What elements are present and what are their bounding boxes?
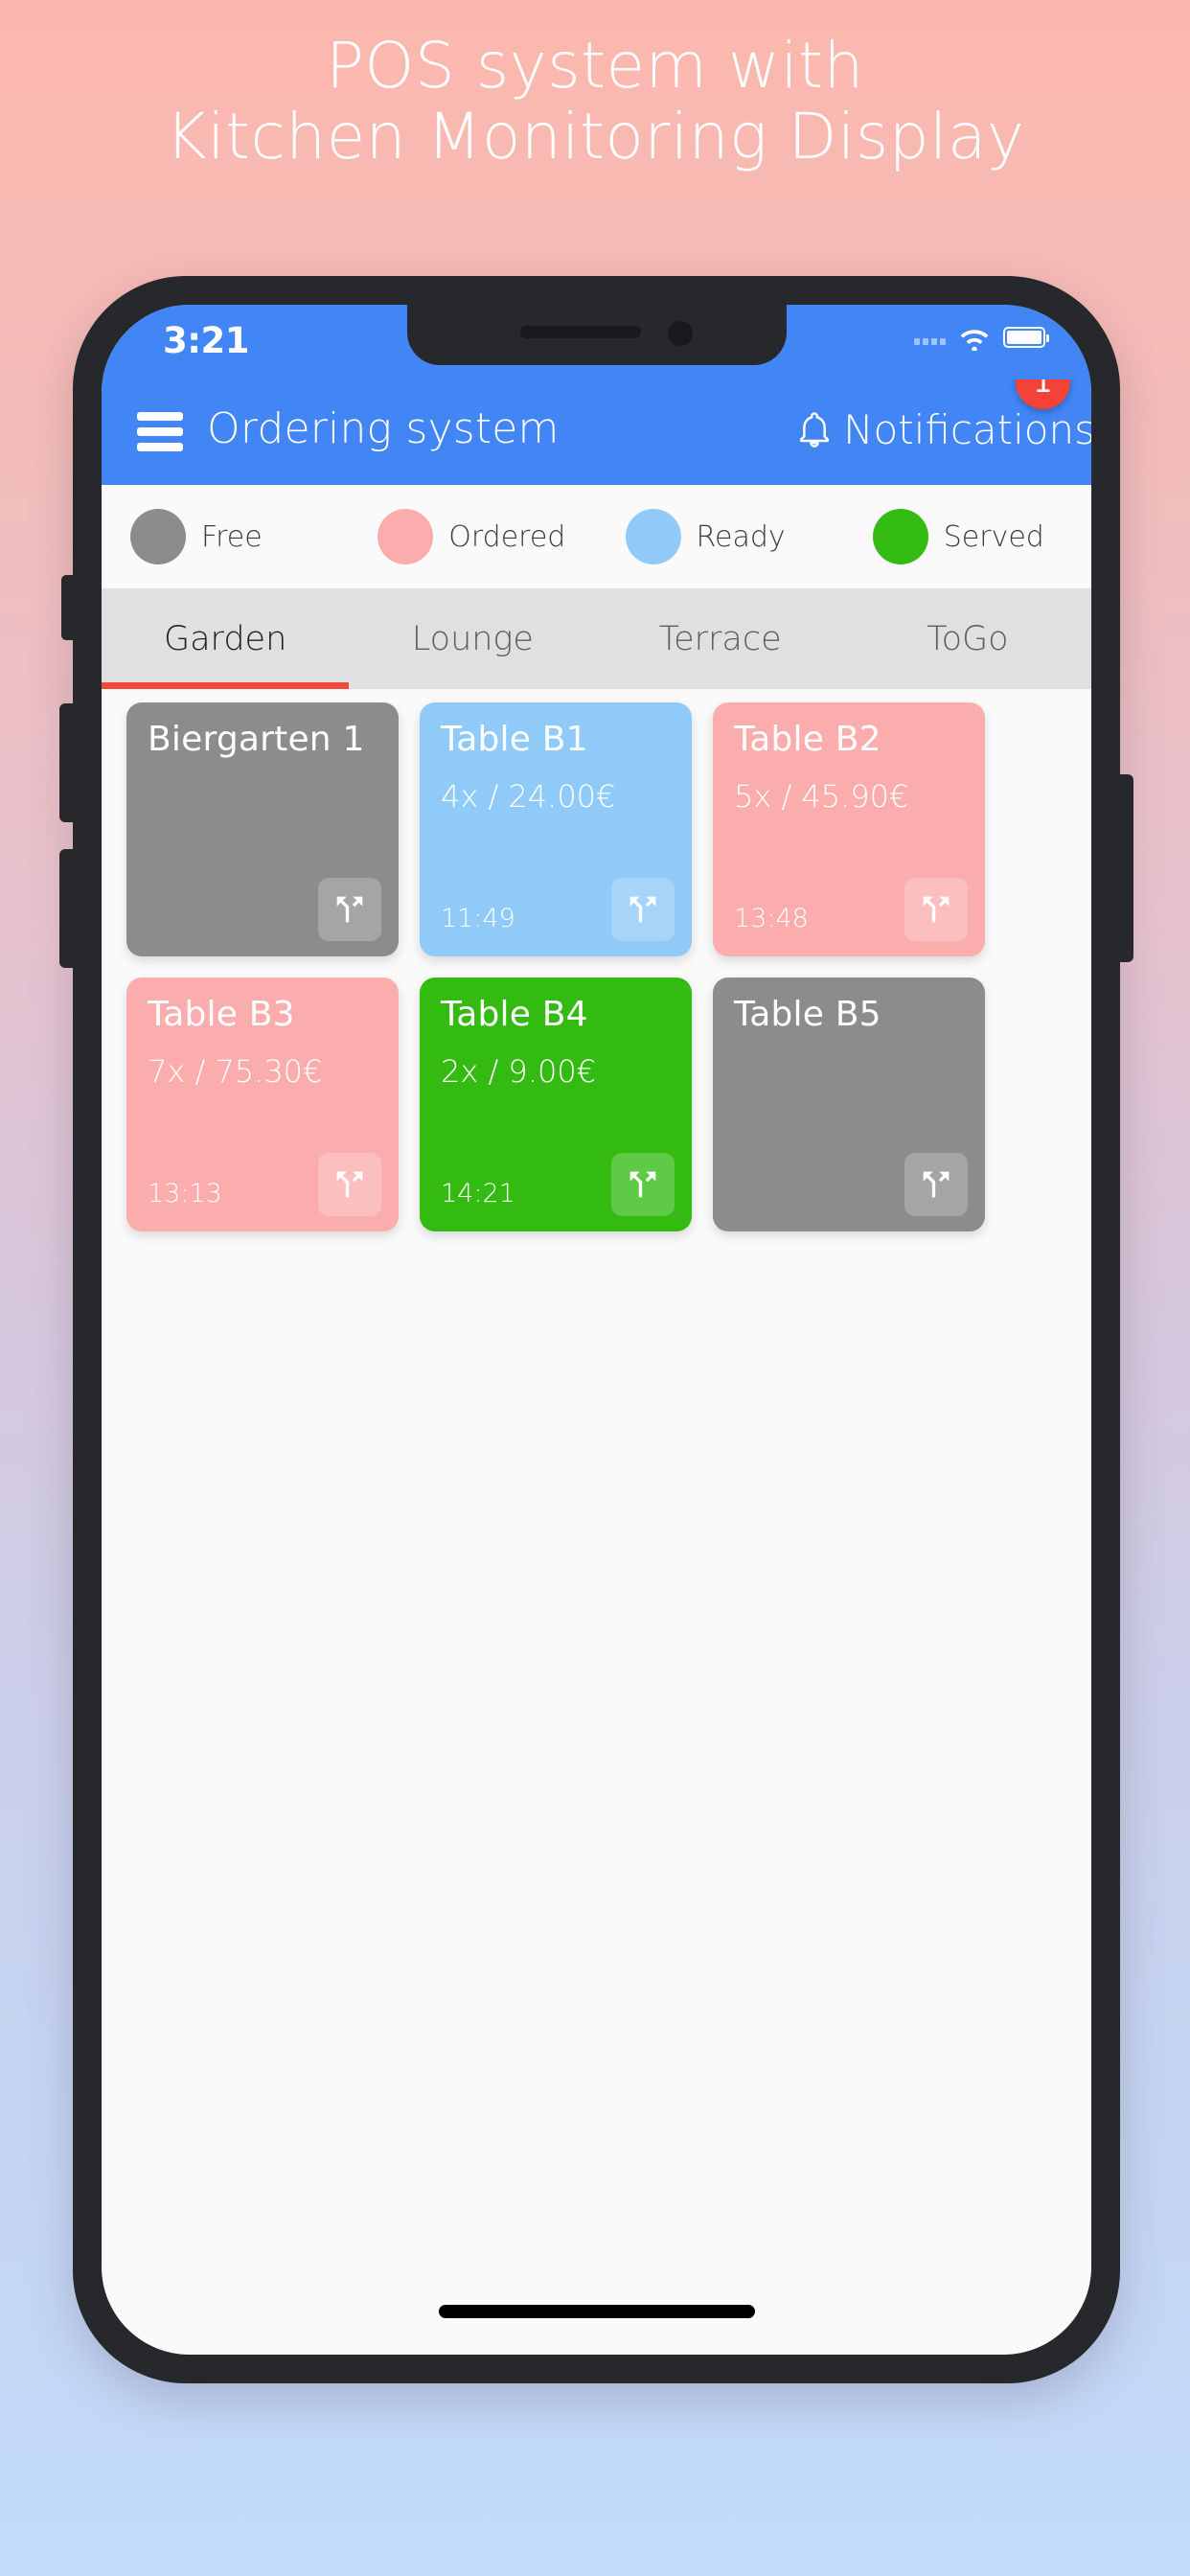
call-split-icon[interactable] — [904, 1153, 968, 1216]
notifications-label: Notifications — [843, 406, 1091, 453]
legend-item-free: Free — [102, 509, 349, 564]
legend-label-ready: Ready — [696, 519, 786, 554]
table-card-order: 7x / 75.30€ — [148, 1053, 323, 1090]
table-card-name: Table B2 — [734, 720, 881, 759]
hamburger-menu-icon[interactable] — [137, 412, 183, 451]
mute-switch-button[interactable] — [61, 575, 75, 640]
tab-lounge-label: Lounge — [411, 619, 534, 658]
phone-notch — [406, 305, 787, 365]
legend-label-free: Free — [201, 519, 263, 554]
app-bar-title: Ordering system — [207, 404, 560, 453]
table-card-time: 13:48 — [734, 904, 809, 933]
table-card-name: Table B3 — [148, 995, 295, 1034]
tab-garden[interactable]: Garden — [102, 588, 350, 689]
tab-garden-label: Garden — [163, 619, 287, 658]
power-button[interactable] — [1118, 774, 1133, 962]
table-card[interactable]: Table B5 — [713, 978, 985, 1231]
table-card-time: 11:49 — [441, 904, 515, 933]
table-card[interactable]: Table B4 2x / 9.00€ 14:21 — [420, 978, 692, 1231]
legend-item-served: Served — [844, 509, 1091, 564]
tab-togo[interactable]: ToGo — [844, 588, 1091, 689]
front-camera — [667, 321, 693, 346]
call-split-icon[interactable] — [611, 878, 675, 941]
phone-frame: 3:21 Ordering system 1 Notifications Fre… — [59, 276, 1133, 2383]
bell-icon — [800, 411, 830, 448]
status-bar-time: 3:21 — [163, 320, 250, 361]
table-card[interactable]: Table B3 7x / 75.30€ 13:13 — [126, 978, 399, 1231]
home-indicator[interactable] — [438, 2305, 755, 2318]
table-card-time: 13:13 — [148, 1179, 222, 1208]
table-card[interactable]: Table B2 5x / 45.90€ 13:48 — [713, 702, 985, 956]
volume-down-button[interactable] — [59, 849, 75, 968]
tables-grid: Biergarten 1 Table B1 4x / 24.00€ 11:49 — [126, 702, 1066, 1231]
call-split-icon[interactable] — [318, 878, 381, 941]
table-card[interactable]: Table B1 4x / 24.00€ 11:49 — [420, 702, 692, 956]
table-card-order: 4x / 24.00€ — [441, 778, 616, 815]
tab-terrace-label: Terrace — [658, 619, 782, 658]
area-tabs: Garden Lounge Terrace ToGo — [102, 588, 1091, 689]
tables-content: Biergarten 1 Table B1 4x / 24.00€ 11:49 — [102, 689, 1091, 2355]
legend-dot-ordered — [378, 509, 434, 564]
table-card[interactable]: Biergarten 1 — [126, 702, 399, 956]
notifications-button[interactable]: Notifications — [795, 406, 1091, 453]
call-split-icon[interactable] — [611, 1153, 675, 1216]
volume-up-button[interactable] — [59, 703, 75, 822]
app-bar: Ordering system 1 Notifications — [102, 355, 1091, 485]
tab-togo-label: ToGo — [927, 619, 1009, 658]
legend-dot-served — [872, 509, 928, 564]
tab-lounge[interactable]: Lounge — [349, 588, 596, 689]
tab-terrace[interactable]: Terrace — [597, 588, 844, 689]
call-split-icon[interactable] — [904, 878, 968, 941]
poster-headline-line-1: POS system with — [326, 29, 864, 103]
table-card-name: Table B4 — [441, 995, 588, 1034]
earpiece-speaker — [519, 326, 641, 338]
phone-screen: 3:21 Ordering system 1 Notifications Fre… — [102, 305, 1091, 2355]
signal-dots-icon — [914, 330, 946, 345]
table-card-name: Table B1 — [441, 720, 588, 759]
call-split-icon[interactable] — [318, 1153, 381, 1216]
table-card-order: 5x / 45.90€ — [734, 778, 909, 815]
legend-label-ordered: Ordered — [448, 519, 566, 554]
legend-label-served: Served — [943, 519, 1044, 554]
status-bar-indicators — [914, 324, 1049, 351]
legend-dot-free — [130, 509, 186, 564]
poster-headline: POS system with Kitchen Monitoring Displ… — [0, 31, 1190, 172]
battery-full-icon — [1003, 327, 1049, 348]
legend-item-ready: Ready — [597, 509, 844, 564]
table-card-order: 2x / 9.00€ — [441, 1053, 597, 1090]
legend-item-ordered: Ordered — [349, 509, 596, 564]
legend-dot-ready — [625, 509, 681, 564]
table-card-time: 14:21 — [441, 1179, 515, 1208]
poster-headline-line-2: Kitchen Monitoring Display — [165, 99, 1025, 173]
wifi-icon — [960, 330, 989, 351]
table-card-name: Table B5 — [734, 995, 881, 1034]
status-legend: Free Ordered Ready Served — [102, 485, 1091, 588]
table-card-name: Biergarten 1 — [148, 720, 365, 759]
